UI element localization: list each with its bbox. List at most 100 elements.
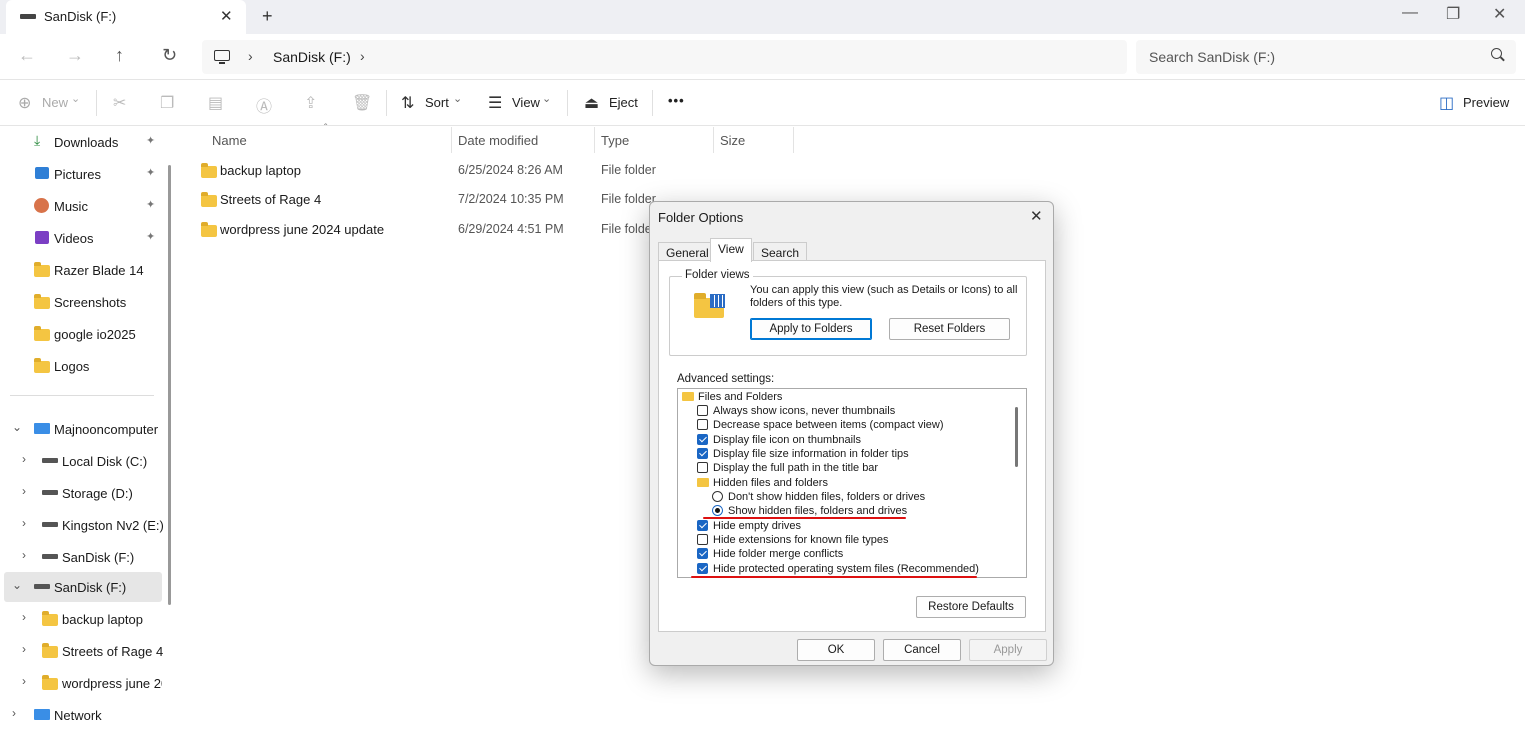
minimize-button[interactable]: — — [1402, 4, 1418, 22]
tree-scrollbar[interactable] — [1015, 407, 1018, 467]
sidebar-item-wordpress[interactable]: › wordpress june 2024 update — [0, 668, 162, 698]
share-icon[interactable]: ⇪ — [304, 93, 317, 113]
checkbox[interactable] — [697, 534, 708, 545]
preview-button[interactable]: Preview — [1463, 95, 1509, 110]
copy-icon[interactable]: ❐ — [160, 93, 174, 113]
tree-label: Display file size information in folder … — [713, 448, 909, 460]
chevron-down-icon[interactable]: ⌄ — [12, 578, 22, 592]
tab-sandisk[interactable]: SanDisk (F:) ✕ — [6, 0, 246, 34]
address-bar[interactable]: › SanDisk (F:) › — [202, 40, 1127, 74]
delete-icon[interactable]: 🗑 — [352, 93, 372, 113]
sidebar-item-streets-of-rage[interactable]: › Streets of Rage 4 — [0, 636, 163, 666]
sidebar-item-drive-e[interactable]: › Kingston Nv2 (E:) — [0, 510, 164, 540]
folder-options-dialog: Folder Options ✕ General View Search Fol… — [649, 201, 1054, 666]
radio-button-selected[interactable] — [712, 505, 723, 516]
folder-icon — [201, 192, 217, 207]
sidebar-item-pc[interactable]: ⌄ Majnooncomputer — [0, 414, 162, 444]
chevron-right-icon[interactable]: › — [22, 674, 26, 688]
checkbox-checked[interactable] — [697, 448, 708, 459]
sidebar-item-network[interactable]: › Network — [0, 700, 162, 730]
new-tab-button[interactable]: + — [262, 6, 273, 27]
maximize-button[interactable]: ❐ — [1446, 4, 1460, 24]
advanced-settings-tree[interactable]: Files and Folders Always show icons, nev… — [677, 388, 1027, 578]
up-button[interactable]: ↑ — [115, 45, 124, 66]
checkbox[interactable] — [697, 405, 708, 416]
chevron-right-icon[interactable]: › — [22, 484, 26, 498]
sidebar-item-backup-laptop[interactable]: › backup laptop — [0, 604, 162, 634]
apply-to-folders-button[interactable]: Apply to Folders — [750, 318, 872, 340]
rename-icon[interactable]: Ⓐ — [256, 93, 272, 117]
paste-icon[interactable]: ▤ — [208, 93, 223, 113]
sidebar-item-drive-c[interactable]: › Local Disk (C:) — [0, 446, 162, 476]
more-options-button[interactable]: ••• — [668, 93, 685, 108]
checkbox-checked[interactable] — [697, 563, 708, 574]
sort-button[interactable]: Sort — [425, 95, 449, 110]
ok-button[interactable]: OK — [797, 639, 875, 661]
refresh-button[interactable]: ↻ — [162, 45, 177, 66]
chevron-down-icon: ⌄ — [542, 93, 552, 105]
sidebar-item-screenshots[interactable]: Screenshots — [0, 287, 162, 317]
chevron-right-icon[interactable]: › — [22, 642, 26, 656]
checkbox-checked[interactable] — [697, 548, 708, 559]
tab-general[interactable]: General — [658, 242, 717, 262]
chevron-down-icon[interactable]: ⌄ — [12, 420, 22, 434]
drive-icon — [20, 14, 36, 19]
sidebar-item-drive-d[interactable]: › Storage (D:) — [0, 478, 162, 508]
breadcrumb-chevron-icon[interactable]: › — [360, 48, 365, 64]
checkbox[interactable] — [697, 462, 708, 473]
cut-icon[interactable]: ✂ — [113, 93, 126, 113]
column-header-date[interactable]: Date modified — [458, 133, 538, 148]
breadcrumb-sandisk[interactable]: SanDisk (F:) — [273, 49, 351, 65]
sidebar-item-downloads[interactable]: ⤓ Downloads ✦ — [0, 127, 162, 157]
sidebar-item-logos[interactable]: Logos — [0, 351, 162, 381]
sidebar-item-drive-f[interactable]: › SanDisk (F:) — [0, 542, 162, 572]
new-button[interactable]: New — [42, 95, 68, 110]
eject-icon: ⏏ — [584, 95, 600, 112]
column-separator[interactable] — [594, 127, 595, 153]
cancel-button[interactable]: Cancel — [883, 639, 961, 661]
sidebar-item-google-io[interactable]: google io2025 — [0, 319, 162, 349]
sidebar-scrollbar[interactable] — [168, 165, 171, 605]
search-box[interactable]: Search SanDisk (F:) — [1136, 40, 1516, 74]
column-separator[interactable] — [713, 127, 714, 153]
eject-button[interactable]: Eject — [609, 95, 638, 110]
column-separator[interactable] — [793, 127, 794, 153]
sidebar-item-videos[interactable]: Videos ✦ — [0, 223, 162, 253]
column-header-name[interactable]: Name — [212, 133, 247, 148]
chevron-right-icon[interactable]: › — [22, 516, 26, 530]
sidebar-item-razer-blade[interactable]: Razer Blade 14 — [0, 255, 162, 285]
apply-button[interactable]: Apply — [969, 639, 1047, 661]
checkbox[interactable] — [697, 419, 708, 430]
close-window-button[interactable]: ✕ — [1493, 4, 1506, 24]
table-row[interactable]: backup laptop 6/25/2024 8:26 AM File fol… — [198, 157, 1498, 185]
chevron-right-icon[interactable]: › — [22, 548, 26, 562]
sidebar-item-music[interactable]: Music ✦ — [0, 191, 162, 221]
folder-icon — [34, 358, 50, 373]
search-input[interactable]: Search SanDisk (F:) — [1149, 49, 1275, 65]
chevron-right-icon[interactable]: › — [22, 610, 26, 624]
back-button[interactable]: ← — [18, 45, 36, 66]
tree-label: Files and Folders — [698, 391, 783, 403]
sidebar-item-label: Kingston Nv2 (E:) — [62, 518, 164, 533]
view-button[interactable]: View — [512, 95, 540, 110]
column-separator[interactable] — [451, 127, 452, 153]
tab-view[interactable]: View — [710, 238, 752, 262]
checkbox-checked[interactable] — [697, 434, 708, 445]
dialog-close-button[interactable]: ✕ — [1030, 207, 1043, 225]
reset-folders-button[interactable]: Reset Folders — [889, 318, 1010, 340]
restore-defaults-button[interactable]: Restore Defaults — [916, 596, 1026, 618]
radio-button[interactable] — [712, 491, 723, 502]
chevron-right-icon[interactable]: › — [22, 452, 26, 466]
folder-views-description: You can apply this view (such as Details… — [750, 284, 1018, 309]
breadcrumb-chevron-icon[interactable]: › — [248, 48, 253, 64]
tab-search[interactable]: Search — [753, 242, 808, 262]
column-header-type[interactable]: Type — [601, 133, 629, 148]
chevron-right-icon[interactable]: › — [12, 706, 16, 720]
sidebar-item-pictures[interactable]: Pictures ✦ — [0, 159, 162, 189]
tab-close-icon[interactable]: ✕ — [220, 7, 233, 25]
folder-icon — [42, 675, 58, 690]
checkbox-checked[interactable] — [697, 520, 708, 531]
column-header-size[interactable]: Size — [720, 133, 745, 148]
sidebar-item-sandisk-selected[interactable]: ⌄ SanDisk (F:) — [4, 572, 162, 602]
forward-button[interactable]: → — [66, 45, 84, 66]
